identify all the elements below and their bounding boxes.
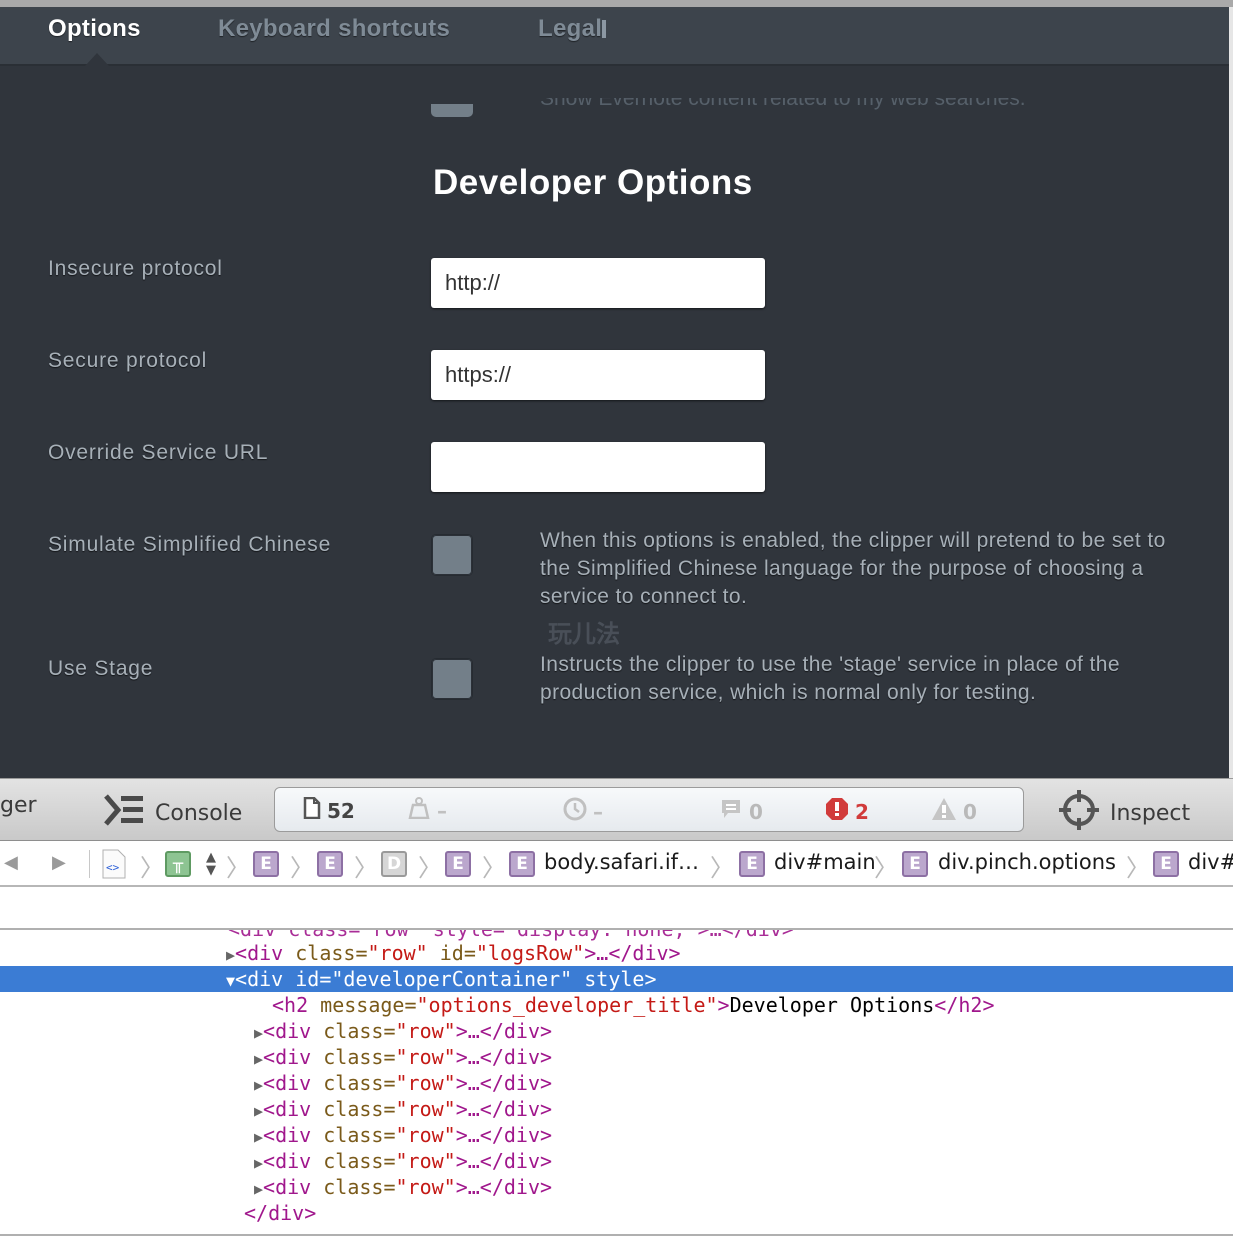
tree-line-h2[interactable]: <h2 message="options_developer_title">De… (0, 992, 1233, 1018)
warning-icon (931, 797, 957, 826)
tab-options[interactable]: Options (48, 15, 141, 43)
dom-breadcrumb-bar: ◀ ▶ <> 〉 ╥ ▲ ▼ 〉 E 〉 E 〉 D 〉 E 〉 E body.s… (0, 842, 1233, 887)
back-arrow-icon[interactable]: ◀ (4, 852, 18, 873)
disclosure-triangle-collapsed[interactable]: ▶ (254, 1024, 263, 1042)
insecure-protocol-label: Insecure protocol (48, 257, 223, 280)
simulate-chinese-description: When this options is enabled, the clippe… (540, 529, 1166, 608)
section-title: Developer Options (433, 163, 753, 202)
tab-legal[interactable]: Legal (538, 15, 602, 43)
insecure-protocol-input[interactable] (431, 258, 765, 308)
inspector-empty-strip (0, 887, 1233, 930)
log-bubble-icon (719, 797, 743, 826)
breadcrumb-separator: 〉 (226, 854, 250, 882)
secure-protocol-input[interactable] (431, 350, 765, 400)
disclosure-triangle-collapsed[interactable]: ▶ (254, 1128, 263, 1146)
simulate-chinese-checkbox[interactable] (431, 534, 473, 576)
element-badge[interactable]: E (445, 851, 471, 877)
inspector-toolbar: ger Console 52 – – 0 2 0 Inspect (0, 778, 1233, 841)
active-tab-pointer (85, 53, 109, 66)
breadcrumb-separator: 〉 (710, 854, 734, 882)
activity-dashboard[interactable]: 52 – – 0 2 0 (274, 787, 1024, 832)
override-service-url-label: Override Service URL (48, 441, 269, 464)
console-icon (103, 793, 145, 833)
use-stage-checkbox[interactable] (431, 658, 473, 700)
disclosure-triangle-collapsed[interactable]: ▶ (254, 1102, 263, 1120)
use-stage-description: Instructs the clipper to use the 'stage'… (540, 653, 1120, 704)
inspector-bottom-edge (0, 1234, 1233, 1242)
disclosure-triangle-expanded[interactable]: ▼ (226, 972, 235, 990)
warnings-count[interactable]: 0 (931, 797, 977, 826)
crosshair-icon (1058, 789, 1100, 837)
tree-line-developer-container-selected[interactable]: ▼<div id="developerContainer" style> (0, 966, 1233, 992)
disclosure-triangle-collapsed[interactable]: ▶ (254, 1154, 263, 1172)
tab-keyboard-shortcuts[interactable]: Keyboard shortcuts (218, 15, 450, 43)
error-icon (825, 797, 849, 826)
debugger-label: ger (0, 793, 37, 818)
tree-line-logs-row[interactable]: ▶<div class="row" id="logsRow">…</div> (0, 940, 1233, 966)
inspect-button[interactable]: Inspect (1058, 789, 1190, 837)
disclosure-triangle-collapsed[interactable]: ▶ (254, 1180, 263, 1198)
disclosure-triangle-collapsed[interactable]: ▶ (254, 1050, 263, 1068)
breadcrumb-body[interactable]: body.safari.if… (544, 850, 699, 874)
simulate-chinese-label: Simulate Simplified Chinese (48, 533, 332, 556)
errors-count[interactable]: 2 (825, 797, 869, 826)
tree-line-row[interactable]: ▶<div class="row">…</div> (0, 1096, 1233, 1122)
console-label: Console (155, 800, 243, 826)
resource-size[interactable]: – (407, 797, 447, 824)
element-badge[interactable]: E (1153, 851, 1179, 877)
disclosure-triangle-collapsed[interactable]: ▶ (226, 946, 235, 964)
logs-count[interactable]: 0 (719, 797, 763, 826)
element-badge[interactable]: E (902, 851, 928, 877)
inspect-label: Inspect (1110, 800, 1191, 826)
secure-protocol-label: Secure protocol (48, 349, 208, 372)
element-badge[interactable]: E (739, 851, 765, 877)
load-time[interactable]: – (563, 797, 603, 826)
window-top-edge (0, 0, 1233, 7)
nav-divider (89, 850, 90, 878)
breadcrumb-separator: 〉 (290, 854, 314, 882)
tree-line-row[interactable]: ▶<div class="row">…</div> (0, 1174, 1233, 1200)
tab-bar: Options Keyboard shortcuts Legal (0, 7, 1229, 66)
stepper-icon[interactable]: ▲ ▼ (206, 851, 216, 877)
tree-line-row[interactable]: ▶<div class="row">…</div> (0, 1070, 1233, 1096)
element-badge[interactable]: E (317, 851, 343, 877)
dom-tree: <div class="row" style="display: none;">… (0, 930, 1233, 1234)
breadcrumb-separator: 〉 (354, 854, 378, 882)
partial-checkbox[interactable] (431, 104, 473, 117)
disclosure-triangle-collapsed[interactable]: ▶ (254, 1076, 263, 1094)
override-service-url-input[interactable] (431, 442, 765, 492)
frame-icon[interactable]: ╥ (165, 851, 191, 877)
document-badge[interactable]: D (381, 851, 407, 877)
page-scrollbar[interactable] (1229, 7, 1233, 778)
document-icon (303, 796, 321, 824)
element-badge[interactable]: E (509, 851, 535, 877)
console-button[interactable]: Console (103, 793, 242, 833)
resources-count[interactable]: 52 (303, 796, 355, 824)
tree-line-row[interactable]: ▶<div class="row">…</div> (0, 1018, 1233, 1044)
breadcrumb-separator: 〉 (140, 854, 164, 882)
tree-line-row[interactable]: ▶<div class="row">…</div> (0, 1148, 1233, 1174)
debugger-button[interactable]: ger (0, 793, 37, 818)
tree-line-close-div[interactable]: </div> (0, 1200, 1233, 1226)
breadcrumb-div-main[interactable]: div#main (774, 850, 876, 874)
breadcrumb-separator: 〉 (418, 854, 442, 882)
forward-arrow-icon[interactable]: ▶ (52, 852, 66, 873)
breadcrumb-separator: 〉 (1126, 854, 1150, 882)
breadcrumb-separator: 〉 (874, 854, 898, 882)
breadcrumb-div-developer[interactable]: div# (1188, 850, 1233, 874)
use-stage-label: Use Stage (48, 657, 154, 680)
options-page: Options Keyboard shortcuts Legal Show Ev… (0, 7, 1229, 778)
partial-row-text: Show Evernote content related to my web … (540, 87, 1026, 110)
html-document-icon[interactable]: <> (102, 849, 126, 883)
clock-icon (563, 797, 587, 826)
tree-line-row[interactable]: ▶<div class="row">…</div> (0, 1122, 1233, 1148)
svg-text:<>: <> (106, 861, 120, 874)
breadcrumb-separator: 〉 (482, 854, 506, 882)
tree-line-row[interactable]: ▶<div class="row">…</div> (0, 1044, 1233, 1070)
breadcrumb-div-pinch-options[interactable]: div.pinch.options (938, 850, 1116, 874)
scroll-indicator (602, 20, 606, 38)
watermark: 玩儿法 (548, 620, 620, 648)
element-badge[interactable]: E (253, 851, 279, 877)
weight-icon (407, 797, 431, 824)
